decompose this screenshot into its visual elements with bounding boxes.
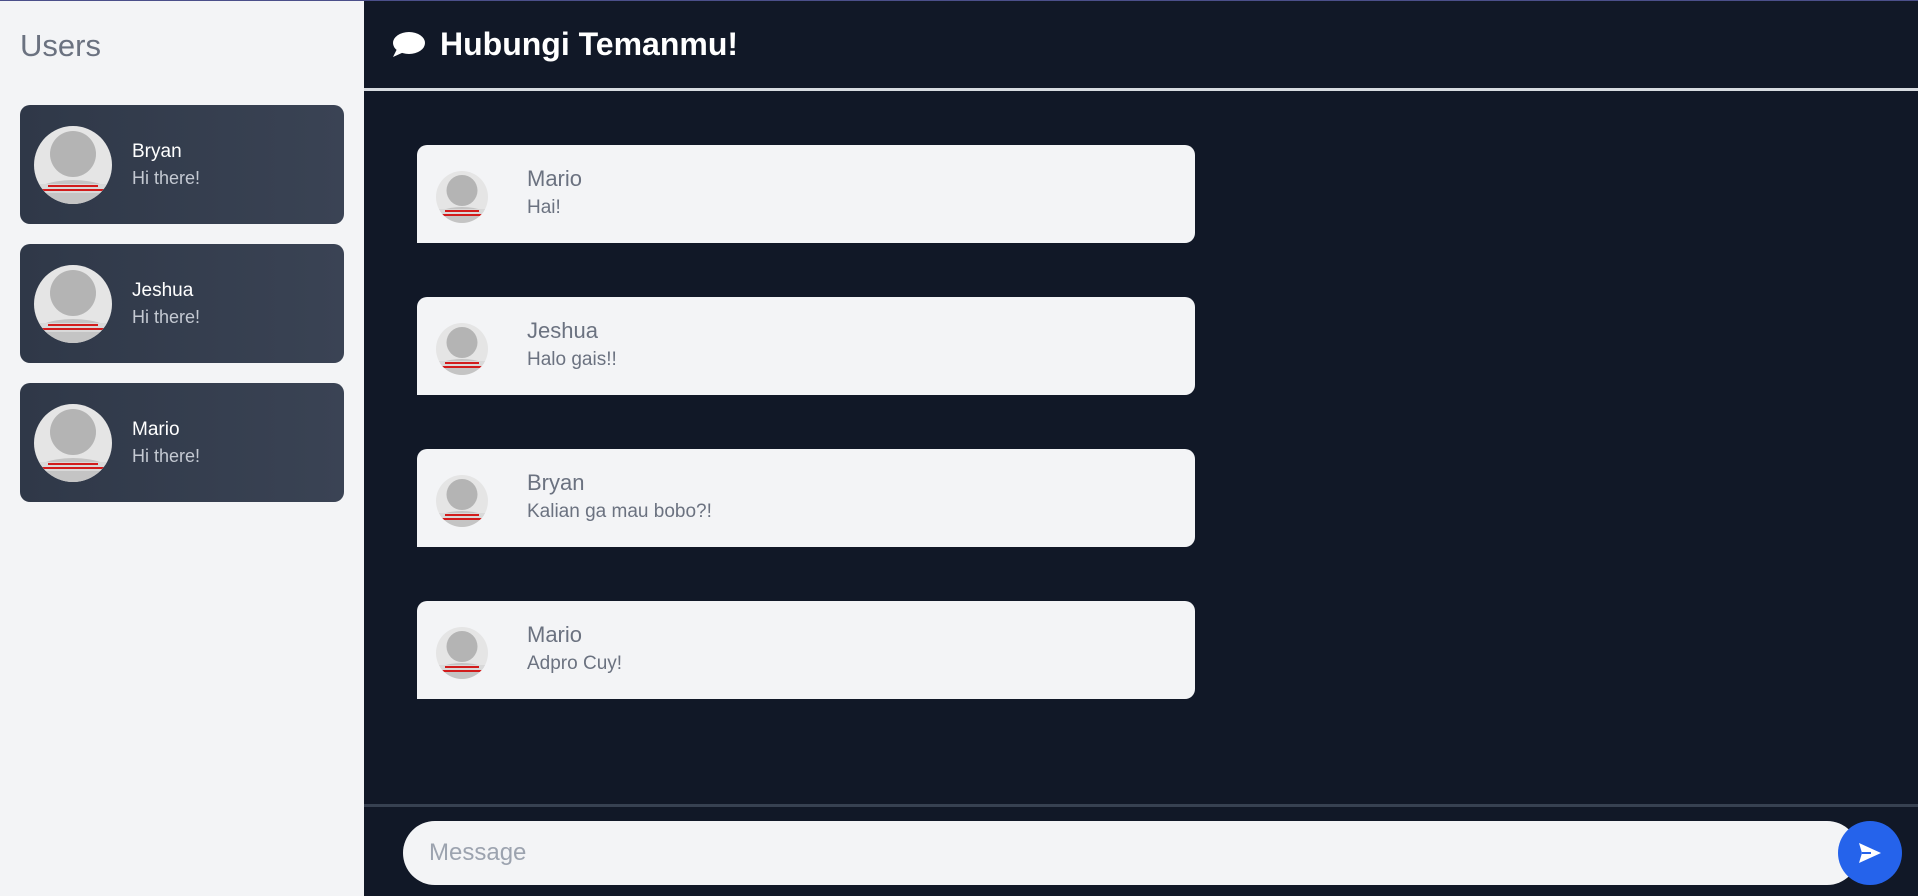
user-card-bryan[interactable]: Bryan Hi there! xyxy=(20,105,344,224)
chat-app: Users Bryan Hi there! Jeshua Hi there! M… xyxy=(0,0,1918,896)
chat-header: Hubungi Temanmu! xyxy=(364,1,1918,91)
message-text: Halo gais!! xyxy=(527,349,617,370)
message-sender: Mario xyxy=(527,622,583,647)
avatar xyxy=(436,323,488,375)
user-name: Bryan xyxy=(132,140,182,162)
send-button[interactable] xyxy=(1838,821,1902,885)
avatar xyxy=(436,475,488,527)
avatar xyxy=(34,125,112,204)
message-list: Mario Hai! Jeshua Halo gais!! Bryan Kali… xyxy=(364,91,1918,699)
user-last-message: Hi there! xyxy=(132,445,201,466)
chat-panel: Hubungi Temanmu! Mario Hai! Jeshua Halo … xyxy=(364,1,1918,896)
message-item: Mario Hai! xyxy=(417,145,1195,243)
sidebar-title: Users xyxy=(20,28,101,63)
send-icon xyxy=(1859,843,1881,863)
avatar xyxy=(436,171,488,223)
chat-bubble-icon xyxy=(393,31,425,57)
avatar xyxy=(34,403,112,482)
user-name: Jeshua xyxy=(132,279,194,301)
message-sender: Bryan xyxy=(527,470,585,495)
message-item: Mario Adpro Cuy! xyxy=(417,601,1195,699)
users-sidebar: Users Bryan Hi there! Jeshua Hi there! M… xyxy=(0,1,364,896)
message-input[interactable] xyxy=(403,821,1859,885)
message-item: Bryan Kalian ga mau bobo?! xyxy=(417,449,1195,547)
chat-title: Hubungi Temanmu! xyxy=(440,26,739,62)
user-name: Mario xyxy=(132,418,180,440)
message-text: Hai! xyxy=(527,197,561,218)
message-sender: Mario xyxy=(527,166,583,191)
message-sender: Jeshua xyxy=(527,318,598,343)
message-text: Kalian ga mau bobo?! xyxy=(527,501,712,522)
message-composer xyxy=(364,804,1918,896)
message-item: Jeshua Halo gais!! xyxy=(417,297,1195,395)
user-card-mario[interactable]: Mario Hi there! xyxy=(20,383,344,502)
avatar xyxy=(34,264,112,343)
message-text: Adpro Cuy! xyxy=(527,653,623,674)
user-last-message: Hi there! xyxy=(132,167,201,188)
user-last-message: Hi there! xyxy=(132,306,201,327)
avatar xyxy=(436,627,488,679)
user-card-jeshua[interactable]: Jeshua Hi there! xyxy=(20,244,344,363)
